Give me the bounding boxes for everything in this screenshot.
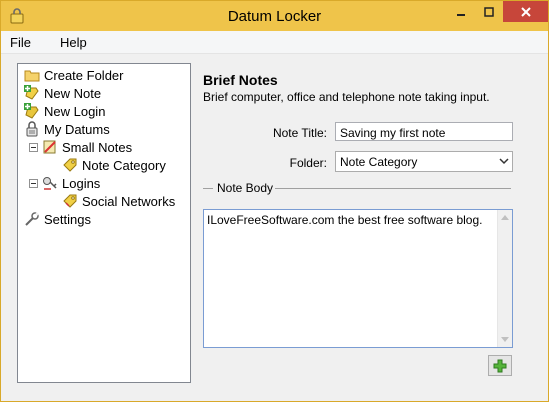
maximize-button[interactable] <box>475 1 502 22</box>
tree-item-label: Small Notes <box>62 139 133 155</box>
page-title: Brief Notes <box>203 72 278 88</box>
note-body-text: ILoveFreeSoftware.com the best free soft… <box>207 213 483 227</box>
note-title-input[interactable]: Saving my first note <box>335 122 513 141</box>
tree-item-small-notes[interactable]: Small Notes <box>42 138 132 156</box>
tree-item-social-networks[interactable]: Social Networks <box>62 192 175 210</box>
tree-item-my-datums[interactable]: My Datums <box>24 120 110 138</box>
tree-item-label: Create Folder <box>44 67 124 83</box>
page-description: Brief computer, office and telephone not… <box>203 90 490 104</box>
minimize-button[interactable] <box>447 1 475 22</box>
menu-file[interactable]: File <box>10 35 31 50</box>
collapse-icon[interactable] <box>29 143 38 152</box>
tree-item-label: Note Category <box>82 157 166 173</box>
tree-item-label: Logins <box>62 175 101 191</box>
tree-item-new-login[interactable]: New Login <box>24 102 105 120</box>
tree-item-new-note[interactable]: New Note <box>24 84 101 102</box>
minimize-icon <box>457 13 465 16</box>
tree-item-label: New Login <box>44 103 106 119</box>
close-icon <box>520 6 531 17</box>
add-note-button[interactable] <box>488 355 512 376</box>
note-title-label: Note Title: <box>272 126 327 140</box>
tree-item-note-category[interactable]: Note Category <box>62 156 166 174</box>
tag-icon <box>63 194 77 208</box>
note-body-label: Note Body <box>214 181 277 195</box>
notes-icon <box>43 140 56 154</box>
scroll-up-icon[interactable] <box>501 214 509 220</box>
navigation-tree[interactable]: Create Folder New Note New Login My Datu… <box>17 63 191 383</box>
group-divider <box>275 188 511 189</box>
collapse-icon[interactable] <box>29 179 38 188</box>
datum-icon <box>26 121 38 137</box>
logins-icon <box>43 177 57 190</box>
maximize-icon <box>483 6 494 17</box>
new-note-icon <box>24 85 39 100</box>
plus-icon <box>493 359 507 372</box>
app-window: Datum Locker File Help Create Folder New… <box>0 0 549 402</box>
tree-item-settings[interactable]: Settings <box>24 210 91 228</box>
note-body-textarea[interactable]: ILoveFreeSoftware.com the best free soft… <box>203 209 513 348</box>
folder-label: Folder: <box>289 156 327 170</box>
tree-item-label: New Note <box>44 85 102 101</box>
folder-select[interactable]: Note Category <box>335 151 513 172</box>
folder-select-value: Note Category <box>340 155 418 169</box>
tag-icon <box>63 158 77 172</box>
vertical-scrollbar[interactable] <box>497 210 512 347</box>
tree-item-label: Social Networks <box>82 193 176 209</box>
close-button[interactable] <box>503 1 548 22</box>
tree-item-logins[interactable]: Logins <box>42 174 100 192</box>
tree-item-create-folder[interactable]: Create Folder <box>24 66 123 84</box>
menu-help[interactable]: Help <box>60 35 87 50</box>
scroll-down-icon[interactable] <box>501 337 509 343</box>
tree-item-label: My Datums <box>44 121 110 137</box>
chevron-down-icon <box>499 158 509 165</box>
new-login-icon <box>24 103 39 119</box>
title-bar[interactable]: Datum Locker <box>1 1 548 31</box>
menu-bar: File Help <box>1 31 548 54</box>
folder-icon <box>24 70 40 82</box>
settings-icon <box>25 212 39 226</box>
tree-item-label: Settings <box>44 211 91 227</box>
group-divider <box>203 188 213 189</box>
